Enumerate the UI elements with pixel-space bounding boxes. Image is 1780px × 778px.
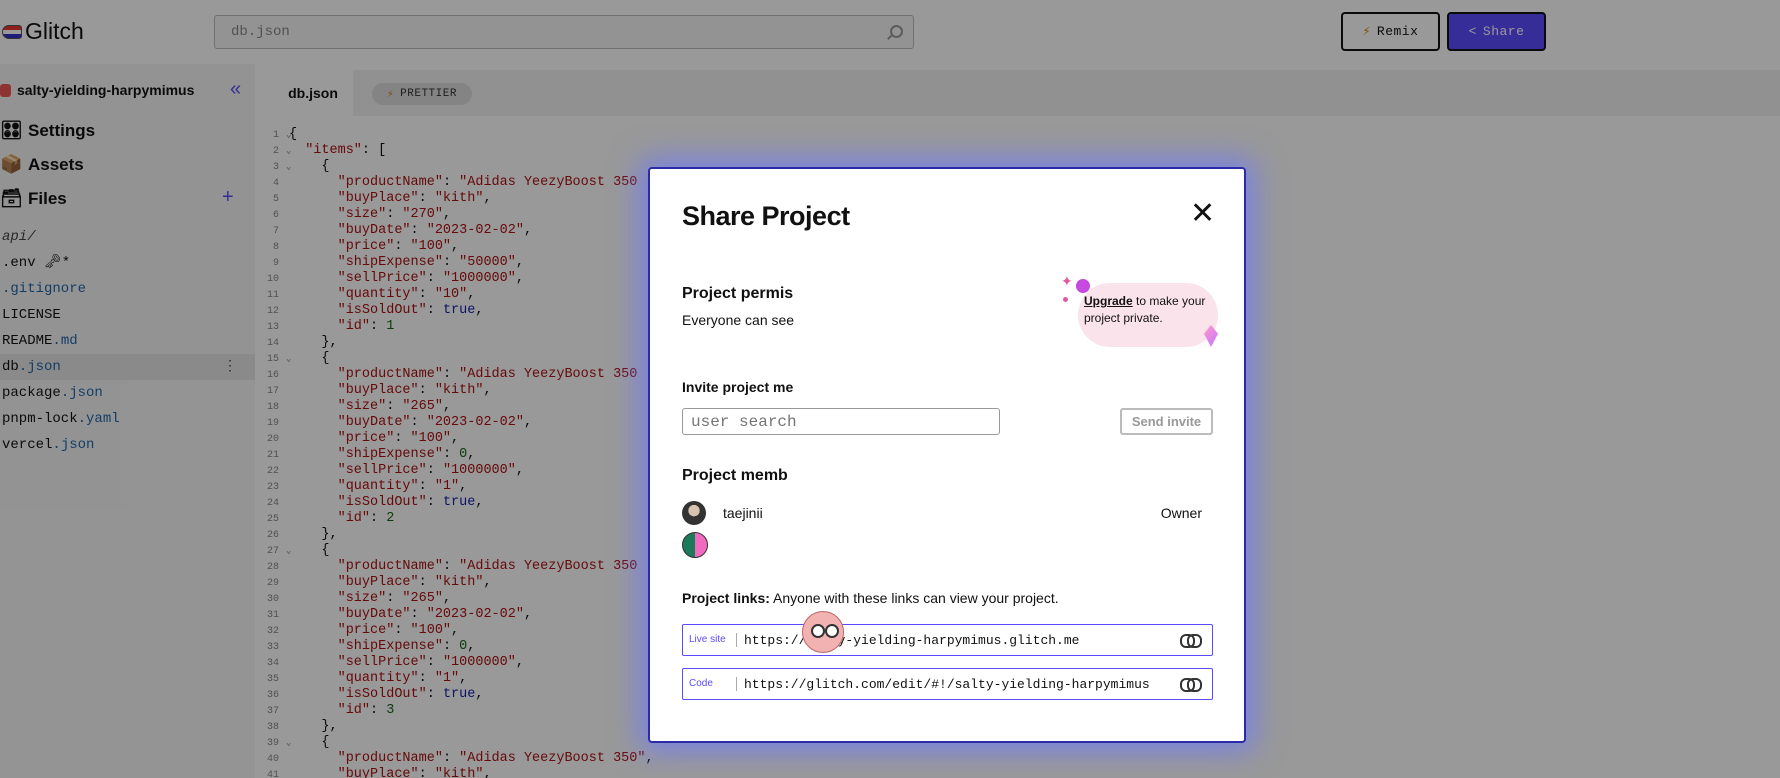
invite-heading: Invite project me bbox=[682, 379, 794, 395]
dot-decoration bbox=[1076, 279, 1090, 293]
user-search-input[interactable] bbox=[682, 408, 1000, 435]
mascot-sticker-image bbox=[802, 611, 844, 653]
sparkle-icon: ✦ bbox=[1061, 273, 1073, 289]
code-link-field[interactable]: Code https://glitch.com/edit/#!/salty-yi… bbox=[682, 668, 1213, 700]
member-name: taejinii bbox=[723, 505, 763, 521]
send-invite-button[interactable]: Send invite bbox=[1120, 408, 1213, 435]
members-heading: Project memb bbox=[682, 467, 788, 484]
share-project-dialog: Share Project ✕ Project permis Everyone … bbox=[648, 167, 1246, 743]
member-row: taejinii Owner bbox=[682, 499, 1202, 527]
link-label: Code bbox=[683, 677, 737, 691]
link-url[interactable]: https://glitch.com/edit/#!/salty-yieldin… bbox=[744, 677, 1164, 692]
live-site-link-field[interactable]: Live site https://salty-yielding-harpymi… bbox=[682, 624, 1213, 656]
project-links-text: Project links: Anyone with these links c… bbox=[682, 590, 1059, 606]
copy-link-icon[interactable] bbox=[1180, 634, 1202, 648]
avatar[interactable] bbox=[682, 501, 706, 525]
avatar[interactable] bbox=[682, 532, 708, 558]
permissions-text: Everyone can see bbox=[682, 312, 795, 328]
dot-decoration bbox=[1063, 297, 1068, 302]
copy-link-icon[interactable] bbox=[1180, 678, 1202, 692]
upgrade-link[interactable]: Upgrade bbox=[1084, 294, 1133, 308]
permissions-heading: Project permis bbox=[682, 285, 794, 302]
close-icon[interactable]: ✕ bbox=[1190, 199, 1215, 229]
upgrade-text: Upgrade to make your project private. bbox=[1084, 294, 1206, 325]
link-label: Live site bbox=[683, 633, 737, 647]
member-role: Owner bbox=[1160, 505, 1202, 521]
upgrade-callout: ✦ Upgrade to make your project private. bbox=[1061, 273, 1218, 347]
dialog-title: Share Project bbox=[682, 201, 850, 231]
